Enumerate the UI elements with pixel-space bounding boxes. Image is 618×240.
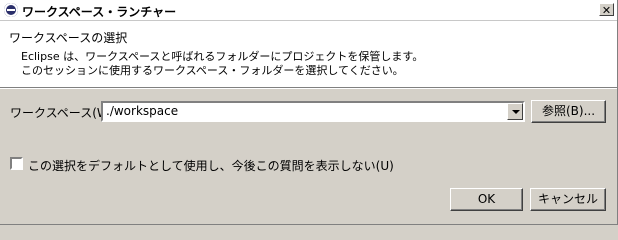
title-bar[interactable]: ワークスペース・ランチャー ✕	[0, 0, 618, 21]
browse-button[interactable]: 参照(B)...	[531, 100, 606, 123]
close-button[interactable]: ✕	[599, 3, 614, 17]
window-border-bottom	[0, 224, 618, 225]
default-checkbox[interactable]	[10, 157, 23, 170]
header-area: ワークスペースの選択 Eclipse は、ワークスペースと呼ばれるフォルダーにプ…	[0, 21, 618, 87]
eclipse-icon	[4, 3, 18, 17]
ok-button[interactable]: OK	[450, 188, 523, 211]
chevron-down-icon[interactable]	[507, 103, 523, 120]
default-checkbox-label[interactable]: この選択をデフォルトとして使用し、今後この質問を表示しない(U)	[28, 157, 394, 174]
description-line-2: このセッションに使用するワークスペース・フォルダーを選択してください。	[21, 64, 404, 77]
workspace-input[interactable]: ./workspace	[106, 104, 178, 118]
window-title: ワークスペース・ランチャー	[22, 5, 177, 19]
page-title: ワークスペースの選択	[9, 31, 128, 45]
description-line-1: Eclipse は、ワークスペースと呼ばれるフォルダーにプロジェクトを保管します…	[21, 50, 424, 63]
workspace-combo[interactable]: ./workspace	[101, 101, 525, 122]
header-description: Eclipse は、ワークスペースと呼ばれるフォルダーにプロジェクトを保管します…	[21, 50, 423, 78]
cancel-button[interactable]: キャンセル	[530, 188, 606, 211]
header-separator	[0, 87, 618, 89]
close-icon: ✕	[601, 4, 612, 17]
